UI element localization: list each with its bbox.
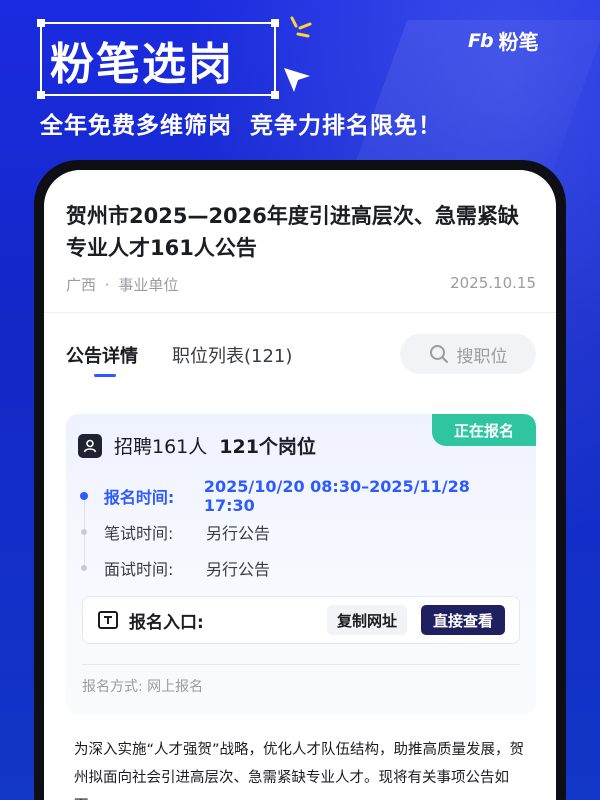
timeline-value: 2025/10/20 08:30–2025/11/28 17:30: [203, 477, 470, 515]
timeline-dot: [80, 492, 88, 500]
slogan: 全年免费多维筛岗 竞争力排名限免！: [40, 106, 442, 140]
entry-icon: [98, 611, 118, 629]
tab-bar: 公告详情 职位列表(121): [66, 342, 292, 377]
slogan-part-1: 全年免费多维筛岗: [40, 113, 232, 139]
meta-separator: ·: [104, 276, 110, 294]
notice-date: 2025.10.15: [450, 274, 536, 292]
view-directly-button[interactable]: 直接查看: [420, 605, 505, 635]
search-positions-button[interactable]: 搜职位: [400, 334, 536, 374]
divider: [44, 312, 556, 313]
timeline-label: 报名时间:: [103, 488, 175, 507]
notice-tags: 广西 · 事业单位: [66, 274, 178, 295]
notice-body-text: 为深入实施“人才强贺”战略，优化人才队伍结构，助推高质量发展，贺州拟面向社会引进…: [74, 742, 525, 800]
phone-screen: 贺州市2025—2026年度引进高层次、急需紧缺专业人才161人公告 广西 · …: [44, 170, 556, 800]
search-label: 搜职位: [456, 346, 508, 367]
copy-url-button[interactable]: 复制网址: [326, 605, 407, 635]
registration-entry: 报名入口: 复制网址 直接查看: [82, 596, 520, 644]
timeline-label: 笔试时间:: [104, 524, 174, 543]
recruitment-card: 正在报名 招聘161人 121个岗位 报名时间: 2025/10/20 08:3…: [66, 414, 536, 714]
entry-label: 报名入口:: [129, 612, 204, 633]
search-icon: [429, 345, 448, 363]
timeline: 报名时间: 2025/10/20 08:30–2025/11/28 17:30 …: [80, 477, 520, 586]
notice-title: 贺州市2025—2026年度引进高层次、急需紧缺专业人才161人公告: [66, 204, 519, 260]
notice-meta: 广西 · 事业单位 2025.10.15: [66, 274, 536, 295]
tab-label: 公告详情: [66, 346, 138, 367]
promo-title: 粉笔选岗: [50, 39, 234, 90]
brand-mark: Fb: [468, 29, 494, 52]
timeline-label: 面试时间:: [104, 560, 174, 579]
timeline-item-interview: 面试时间: 另行公告: [80, 550, 520, 586]
timeline-item-registration: 报名时间: 2025/10/20 08:30–2025/11/28 17:30: [80, 477, 520, 515]
notice-region: 广西: [66, 276, 97, 294]
tab-active-indicator: [94, 374, 116, 377]
timeline-value: 另行公告: [206, 560, 271, 579]
recruit-summary: 招聘161人 121个岗位: [78, 432, 316, 459]
timeline-dot: [81, 529, 87, 535]
timeline-value: 另行公告: [206, 524, 271, 543]
position-count: 121个岗位: [219, 436, 316, 458]
tab-notice-details[interactable]: 公告详情: [66, 342, 138, 377]
brand-logo: Fb 粉笔: [468, 26, 539, 55]
person-icon: [78, 433, 102, 458]
timeline-item-written-exam: 笔试时间: 另行公告: [80, 514, 520, 550]
promo-header: 粉笔选岗 Fb 粉笔 全年免费多维筛岗 竞争力排名限免！: [0, 0, 600, 180]
slogan-part-2: 竞争力排名限免！: [250, 113, 442, 139]
recruit-count: 招聘161人: [114, 436, 208, 458]
brand-name: 粉笔: [498, 30, 539, 54]
divider: [82, 664, 520, 665]
tab-label: 职位列表(121): [172, 346, 293, 367]
status-badge: 正在报名: [432, 414, 536, 446]
tab-position-list[interactable]: 职位列表(121): [172, 342, 292, 368]
sparkle-icon: [290, 16, 312, 38]
apply-method: 报名方式: 网上报名: [82, 679, 204, 695]
timeline-dot: [81, 565, 87, 571]
cursor-icon: [284, 68, 310, 92]
notice-category: 事业单位: [118, 276, 179, 294]
